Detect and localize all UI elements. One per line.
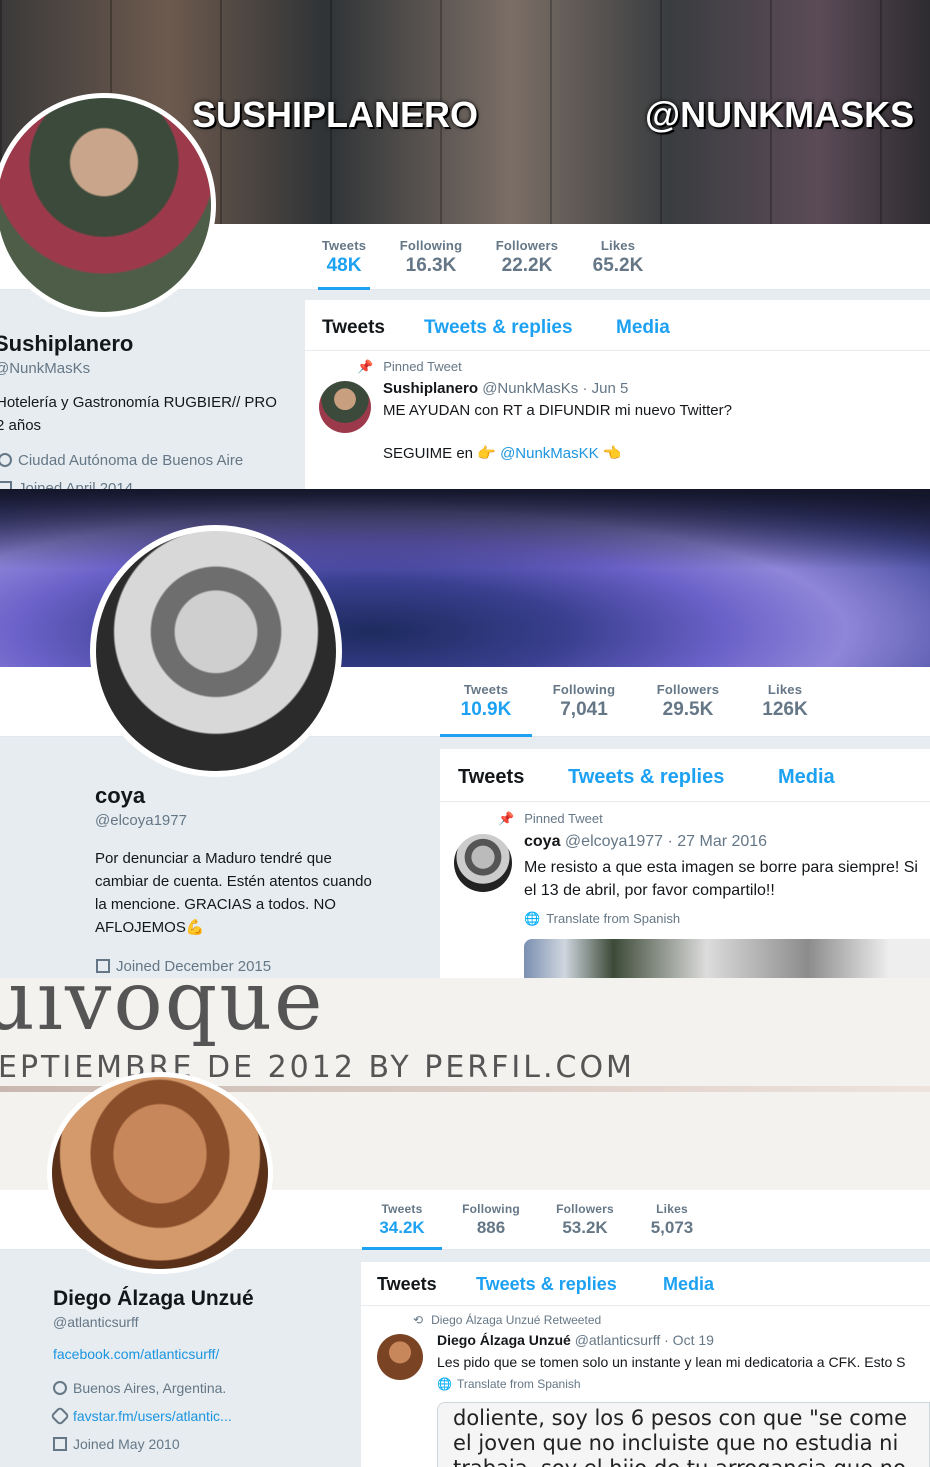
stat-likes[interactable]: Likes 5,073 [643,1202,701,1238]
profile-screenshot-2: Tweets 10.9K Following 7,041 Followers 29.5… [0,489,930,978]
profile-handle: @atlanticsurff [53,1314,139,1330]
profile-location: Buenos Aires, Argentina. [53,1380,226,1396]
profile-name: Sushiplanero [0,331,134,356]
tab-media[interactable]: Media [616,317,670,339]
pinned-label: 📌 Pinned Tweet [498,811,603,826]
profile-screenshot-3: uivoque EPTIEMBRE DE 2012 BY PERFIL.COM … [0,978,930,1467]
profile-link: favstar.fm/users/atlantic... [50,1406,232,1426]
tweet-header: Diego Álzaga Unzué @atlanticsurff · Oct … [437,1332,714,1348]
tab-tweets-replies[interactable]: Tweets & replies [476,1274,617,1295]
stat-tweets[interactable]: Tweets 10.9K [440,682,532,737]
pointing-hand-icon: 👉 [477,445,496,462]
retweet-icon: ⟲ [413,1313,424,1327]
tab-tweets-replies[interactable]: Tweets & replies [568,766,724,789]
globe-icon: 🌐 [437,1377,452,1391]
avatar[interactable] [0,93,216,317]
tweet-avatar[interactable] [377,1334,423,1380]
banner-text-large: uivoque [0,978,325,1049]
profile-bio: Por denunciar a Maduro tendré que cambia… [95,850,372,936]
calendar-icon [96,959,110,973]
tweet-avatar[interactable] [454,834,512,892]
timeline: Tweets Tweets & replies Media 📌 Pinned Tw… [440,749,930,978]
pin-icon: 📌 [498,811,515,826]
profile-joined: Joined December 2015 [96,958,271,975]
pin-icon: 📌 [357,359,374,374]
tab-tweets-replies[interactable]: Tweets & replies [424,317,573,339]
timeline-tabs: Tweets Tweets & replies Media [305,300,930,351]
profile-handle: @NunkMasKs [0,360,91,377]
tweet-header: Sushiplanero @NunkMasKs · Jun 5 [383,380,629,397]
pointing-hand-icon: 👈 [602,445,622,462]
tab-tweets[interactable]: Tweets [458,766,524,789]
globe-icon: 🌐 [524,911,541,926]
profile-name: Diego Álzaga Unzué [53,1287,254,1310]
tab-media[interactable]: Media [778,766,835,789]
tweet-text: Les pido que se tomen solo un instante y… [437,1354,906,1370]
timeline-tabs: Tweets Tweets & replies Media [361,1262,930,1306]
profile-joined: Joined April 2014 [0,480,133,489]
tab-tweets[interactable]: Tweets [377,1274,437,1295]
tweet-image[interactable]: doliente, soy los 6 pesos con que "se co… [437,1402,930,1467]
banner-text-left: SUSHIPLANERO [192,94,479,135]
stat-tweets[interactable]: Tweets 34.2K [362,1202,442,1250]
location-icon [53,1381,67,1395]
translate-link[interactable]: 🌐 Translate from Spanish [524,911,680,927]
tweet-text: ME AYUDAN con RT a DIFUNDIR mi nuevo Twi… [383,402,732,462]
tweet-avatar[interactable] [319,381,371,433]
profile-location: Ciudad Autónoma de Buenos Aire [0,452,243,469]
timeline: Tweets Tweets & replies Media ⟲ Diego Álz… [361,1262,930,1467]
stat-following[interactable]: Following 886 [456,1202,526,1238]
tab-tweets[interactable]: Tweets [322,317,385,339]
timeline: Tweets Tweets & replies Media 📌 Pinned Tw… [305,300,930,489]
banner-text-small: EPTIEMBRE DE 2012 BY PERFIL.COM [0,1050,635,1085]
link-icon [50,1406,70,1426]
profile-screenshot-1: SUSHIPLANERO @NUNKMASKS Tweets 48K Follow… [0,0,930,489]
pinned-label: 📌 Pinned Tweet [357,359,462,374]
profile-handle: @elcoya1977 [95,812,187,829]
translate-link[interactable]: 🌐 Translate from Spanish [437,1377,581,1391]
avatar[interactable] [90,525,342,777]
profile-name: coya [95,783,146,808]
tweet-text: Me resisto a que esta imagen se borre pa… [524,859,918,899]
stat-followers[interactable]: Followers 53.2K [550,1202,620,1238]
timeline-tabs: Tweets Tweets & replies Media [440,749,930,802]
tab-media[interactable]: Media [663,1274,714,1295]
profile-joined: Joined May 2010 [53,1436,180,1452]
stat-following[interactable]: Following 16.3K [396,238,466,277]
profile-website[interactable]: facebook.com/atlanticsurff/ [53,1346,219,1362]
stat-tweets[interactable]: Tweets 48K [318,238,370,290]
calendar-icon [53,1437,67,1451]
stat-likes[interactable]: Likes 126K [755,682,815,721]
tweet-image[interactable] [524,939,930,978]
calendar-icon [0,481,12,489]
stat-followers[interactable]: Followers 29.5K [652,682,724,721]
retweeted-label: ⟲ Diego Álzaga Unzué Retweeted [413,1313,602,1327]
mention-link[interactable]: @NunkMasKK [500,445,599,462]
stat-likes[interactable]: Likes 65.2K [588,238,648,277]
location-icon [0,453,12,467]
stat-following[interactable]: Following 7,041 [548,682,620,721]
stat-followers[interactable]: Followers 22.2K [492,238,562,277]
avatar[interactable] [47,1072,273,1274]
banner-text-right: @NUNKMASKS [645,94,915,135]
tweet-header: coya @elcoya1977 · 27 Mar 2016 [524,833,768,850]
profile-bio: Hotelería y Gastronomía RUGBIER// PRO 2 … [0,394,277,434]
